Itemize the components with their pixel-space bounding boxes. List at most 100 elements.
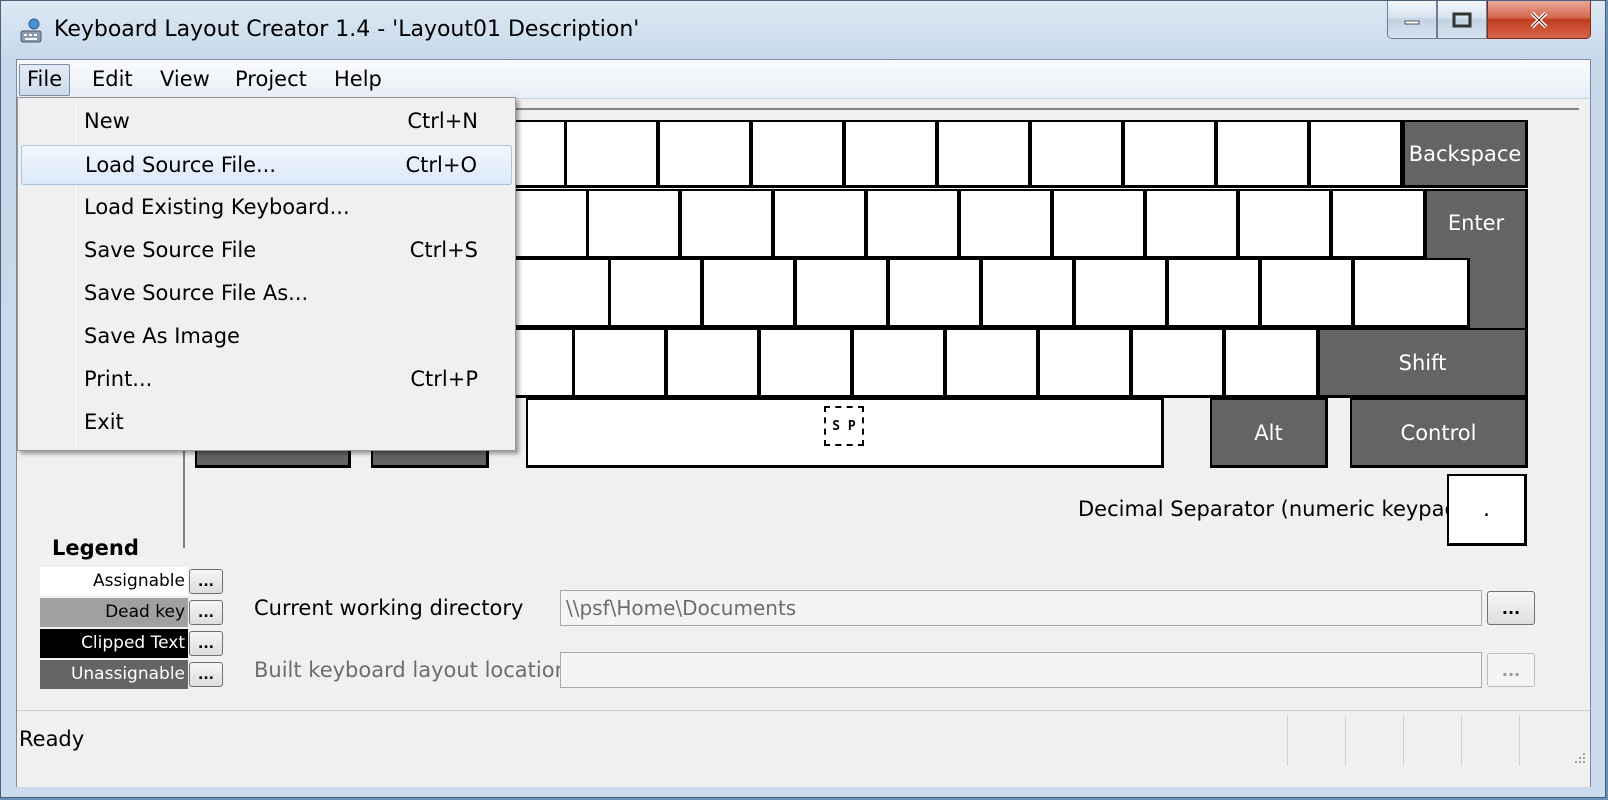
key[interactable] — [773, 189, 867, 259]
key-control[interactable]: Control — [1350, 398, 1528, 468]
menu-item-load-existing-keyboard[interactable]: Load Existing Keyboard... — [21, 188, 512, 228]
key[interactable] — [937, 120, 1031, 188]
decimal-separator-label: Decimal Separator (numeric keypad) — [1078, 497, 1467, 521]
key[interactable] — [959, 189, 1053, 259]
built-location-browse-button: ... — [1487, 653, 1535, 687]
status-text: Ready — [19, 727, 85, 751]
menu-item-label: New — [84, 109, 130, 133]
key[interactable] — [1216, 120, 1310, 188]
key[interactable] — [565, 120, 659, 188]
window-title: Keyboard Layout Creator 1.4 - 'Layout01 … — [54, 17, 640, 42]
menu-bar: File Edit View Project Help — [17, 60, 1590, 99]
key[interactable] — [680, 189, 774, 259]
menu-item-label: Save Source File — [84, 238, 257, 262]
menu-item-exit[interactable]: Exit — [21, 403, 512, 443]
legend-dead-key-button[interactable]: ... — [189, 600, 223, 625]
menu-item-new[interactable]: New Ctrl+N — [21, 102, 512, 142]
legend-clipped-text: Clipped Text — [40, 629, 188, 658]
status-bar: Ready — [17, 710, 1590, 787]
legend-unassignable: Unassignable — [40, 660, 188, 689]
maximize-icon — [1452, 12, 1472, 27]
legend-title: Legend — [52, 536, 139, 560]
key[interactable] — [1331, 189, 1426, 259]
key[interactable] — [945, 328, 1039, 398]
built-location-field — [560, 652, 1482, 688]
menu-item-save-as-image[interactable]: Save As Image — [21, 317, 512, 357]
key-shift[interactable]: Shift — [1318, 328, 1528, 398]
key[interactable] — [1260, 258, 1354, 328]
close-button[interactable] — [1487, 1, 1591, 39]
menu-project[interactable]: Project — [228, 64, 314, 94]
title-bar[interactable]: Keyboard Layout Creator 1.4 - 'Layout01 … — [1, 1, 1605, 59]
key[interactable] — [1145, 189, 1239, 259]
key-backspace[interactable]: Backspace — [1403, 120, 1528, 188]
menu-item-label: Print... — [84, 367, 153, 391]
built-location-label: Built keyboard layout location — [254, 658, 568, 682]
menu-item-save-source-file-as[interactable]: Save Source File As... — [21, 274, 512, 314]
space-key-label: S P — [824, 406, 864, 446]
resize-grip-icon[interactable] — [1573, 751, 1587, 765]
status-divider — [1461, 716, 1462, 766]
key[interactable] — [1038, 328, 1132, 398]
menu-item-shortcut: Ctrl+N — [407, 109, 478, 133]
menu-item-shortcut: Ctrl+S — [409, 238, 478, 262]
decimal-separator-key[interactable]: . — [1447, 474, 1527, 546]
main-window: Keyboard Layout Creator 1.4 - 'Layout01 … — [0, 0, 1606, 798]
menu-item-label: Load Existing Keyboard... — [84, 195, 350, 219]
menu-help[interactable]: Help — [327, 64, 389, 94]
key[interactable] — [1353, 258, 1470, 328]
menu-item-save-source-file[interactable]: Save Source File Ctrl+S — [21, 231, 512, 271]
status-divider — [1345, 716, 1346, 766]
key[interactable] — [1052, 189, 1146, 259]
cwd-browse-button[interactable]: ... — [1487, 591, 1535, 625]
minimize-button[interactable] — [1387, 1, 1437, 39]
key[interactable] — [981, 258, 1075, 328]
key[interactable] — [1224, 328, 1319, 398]
menu-item-label: Save As Image — [84, 324, 240, 348]
key-space[interactable]: S P — [526, 398, 1164, 468]
key-alt[interactable]: Alt — [1210, 398, 1328, 468]
cwd-field[interactable]: \\psf\Home\Documents — [560, 590, 1482, 626]
maximize-button[interactable] — [1437, 1, 1487, 39]
menu-item-print[interactable]: Print... Ctrl+P — [21, 360, 512, 400]
legend-assignable-button[interactable]: ... — [189, 569, 223, 594]
key[interactable] — [852, 328, 946, 398]
status-divider — [1519, 716, 1520, 766]
close-icon — [1530, 11, 1548, 28]
file-menu-dropdown: New Ctrl+N Load Source File... Ctrl+O Lo… — [17, 97, 516, 451]
menu-item-shortcut: Ctrl+O — [405, 153, 478, 177]
key[interactable] — [658, 120, 752, 188]
key[interactable] — [1238, 189, 1332, 259]
key[interactable] — [702, 258, 796, 328]
key[interactable] — [866, 189, 960, 259]
menu-item-label: Exit — [84, 410, 124, 434]
menu-item-label: Save Source File As... — [84, 281, 309, 305]
key[interactable] — [1030, 120, 1124, 188]
menu-file[interactable]: File — [19, 64, 71, 96]
key[interactable] — [751, 120, 845, 188]
status-divider — [1287, 716, 1288, 766]
key[interactable] — [759, 328, 853, 398]
menu-edit[interactable]: Edit — [85, 64, 140, 94]
menu-item-load-source-file[interactable]: Load Source File... Ctrl+O — [21, 145, 512, 185]
key[interactable] — [1167, 258, 1261, 328]
key[interactable] — [844, 120, 938, 188]
key[interactable] — [1074, 258, 1168, 328]
key[interactable] — [587, 189, 681, 259]
menu-view[interactable]: View — [153, 64, 217, 94]
menu-item-label: Load Source File... — [85, 153, 277, 177]
minimize-icon — [1404, 20, 1420, 24]
key[interactable] — [795, 258, 889, 328]
key[interactable] — [1123, 120, 1217, 188]
key[interactable] — [888, 258, 982, 328]
keyboard-app-icon — [20, 18, 42, 43]
key[interactable] — [666, 328, 760, 398]
key[interactable] — [1309, 120, 1403, 188]
key[interactable] — [573, 328, 667, 398]
key[interactable] — [609, 258, 703, 328]
key[interactable] — [1131, 328, 1225, 398]
status-divider — [1403, 716, 1404, 766]
cwd-label: Current working directory — [254, 596, 524, 620]
legend-clipped-text-button[interactable]: ... — [189, 631, 223, 656]
legend-unassignable-button[interactable]: ... — [189, 662, 223, 687]
